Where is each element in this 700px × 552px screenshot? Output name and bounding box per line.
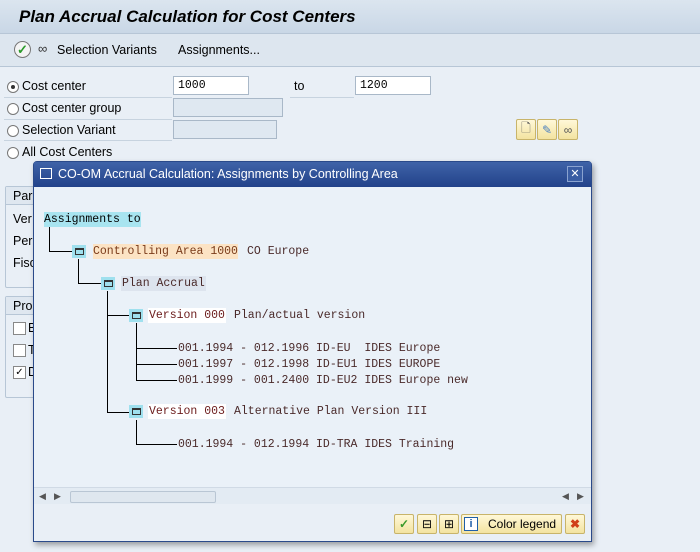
dialog-close-button[interactable]: ✕: [567, 166, 583, 182]
selection-variants-button[interactable]: Selection Variants: [57, 43, 157, 57]
collapse-icon: ⊟: [421, 517, 433, 531]
radio-selection-variant[interactable]: [7, 125, 19, 137]
assignment-item[interactable]: 001.1994 - 012.1994 ID-TRA IDES Training: [178, 437, 454, 452]
scroll-right-icon[interactable]: ▶: [54, 491, 61, 502]
confirm-button[interactable]: ✓: [394, 514, 414, 534]
cost-center-group-input[interactable]: [173, 98, 283, 117]
radio-cost-center-group[interactable]: [7, 103, 19, 115]
version-text: Plan/actual version: [234, 309, 366, 322]
checkbox-checked[interactable]: ✓: [13, 366, 26, 379]
dialog-window-icon: [40, 168, 52, 179]
dialog-title: CO-OM Accrual Calculation: Assignments b…: [34, 162, 591, 187]
folder-icon[interactable]: [101, 277, 115, 290]
tree-root[interactable]: Assignments to: [44, 212, 141, 227]
cancel-button[interactable]: ✖: [565, 514, 585, 534]
document-icon: 🗋: [521, 121, 531, 135]
expand-icon: ⊞: [443, 517, 455, 531]
version-text: Alternative Plan Version III: [234, 405, 428, 418]
color-legend-label: Color legend: [488, 517, 557, 531]
horizontal-scrollbar[interactable]: ◀ ▶ ◀ ▶: [34, 487, 591, 504]
checkbox[interactable]: [13, 344, 26, 357]
folder-icon[interactable]: [129, 405, 143, 418]
to-label: to: [294, 79, 305, 93]
scroll-left-icon[interactable]: ◀: [562, 491, 569, 502]
assignments-dialog: CO-OM Accrual Calculation: Assignments b…: [33, 161, 592, 542]
cancel-x-icon: ✖: [569, 517, 581, 531]
param-label: Per: [13, 234, 33, 248]
scroll-right-icon[interactable]: ▶: [577, 491, 584, 502]
folder-icon[interactable]: [72, 245, 86, 258]
scrollbar-thumb[interactable]: [70, 491, 216, 503]
cost-center-group-label: Cost center group: [22, 101, 122, 115]
selection-variant-label: Selection Variant: [22, 123, 116, 137]
assignment-tree: Assignments to Controlling Area 1000 CO …: [34, 187, 591, 487]
version-key[interactable]: Version 003: [148, 404, 226, 419]
cost-center-label: Cost center: [22, 79, 86, 93]
collapse-button[interactable]: ⊟: [417, 514, 437, 534]
color-legend-button[interactable]: i Color legend: [461, 514, 562, 534]
controlling-area-key[interactable]: Controlling Area 1000: [93, 244, 238, 259]
radio-cost-center[interactable]: [7, 81, 19, 93]
cost-center-from-input[interactable]: 1000: [173, 76, 249, 95]
scroll-left-icon[interactable]: ◀: [39, 491, 46, 502]
glasses-icon: ∞: [563, 122, 573, 137]
controlling-area-text: CO Europe: [247, 245, 310, 258]
folder-icon[interactable]: [129, 309, 143, 322]
assignments-button[interactable]: Assignments...: [178, 43, 260, 57]
assignment-item[interactable]: 001.1994 - 012.1996 ID-EU IDES Europe: [178, 341, 440, 356]
glasses-icon[interactable]: ∞: [38, 41, 47, 56]
version-key[interactable]: Version 000: [148, 308, 226, 323]
assignment-item[interactable]: 001.1999 - 001.2400 ID-EU2 IDES Europe n…: [178, 373, 468, 388]
info-icon: i: [464, 517, 478, 531]
cost-center-to-input[interactable]: 1200: [355, 76, 431, 95]
change-variant-button[interactable]: ✎: [537, 119, 557, 140]
expand-button[interactable]: ⊞: [439, 514, 459, 534]
pencil-icon: ✎: [541, 122, 553, 137]
display-variant-button[interactable]: ∞: [558, 119, 578, 140]
selection-variant-input[interactable]: [173, 120, 277, 139]
processing-group-title: Pro: [13, 299, 33, 313]
radio-all-cost-centers[interactable]: [7, 147, 19, 159]
param-label: Ver: [13, 212, 32, 226]
page-title: Plan Accrual Calculation for Cost Center…: [19, 7, 356, 26]
checkbox[interactable]: [13, 322, 26, 335]
plan-accrual-node[interactable]: Plan Accrual: [121, 276, 206, 291]
all-cost-centers-label: All Cost Centers: [22, 145, 113, 159]
assignment-item[interactable]: 001.1997 - 012.1998 ID-EU1 IDES EUROPE: [178, 357, 440, 372]
create-variant-button[interactable]: 🗋: [516, 119, 536, 140]
execute-icon[interactable]: ✓: [14, 41, 31, 58]
checkmark-icon: ✓: [398, 517, 410, 531]
